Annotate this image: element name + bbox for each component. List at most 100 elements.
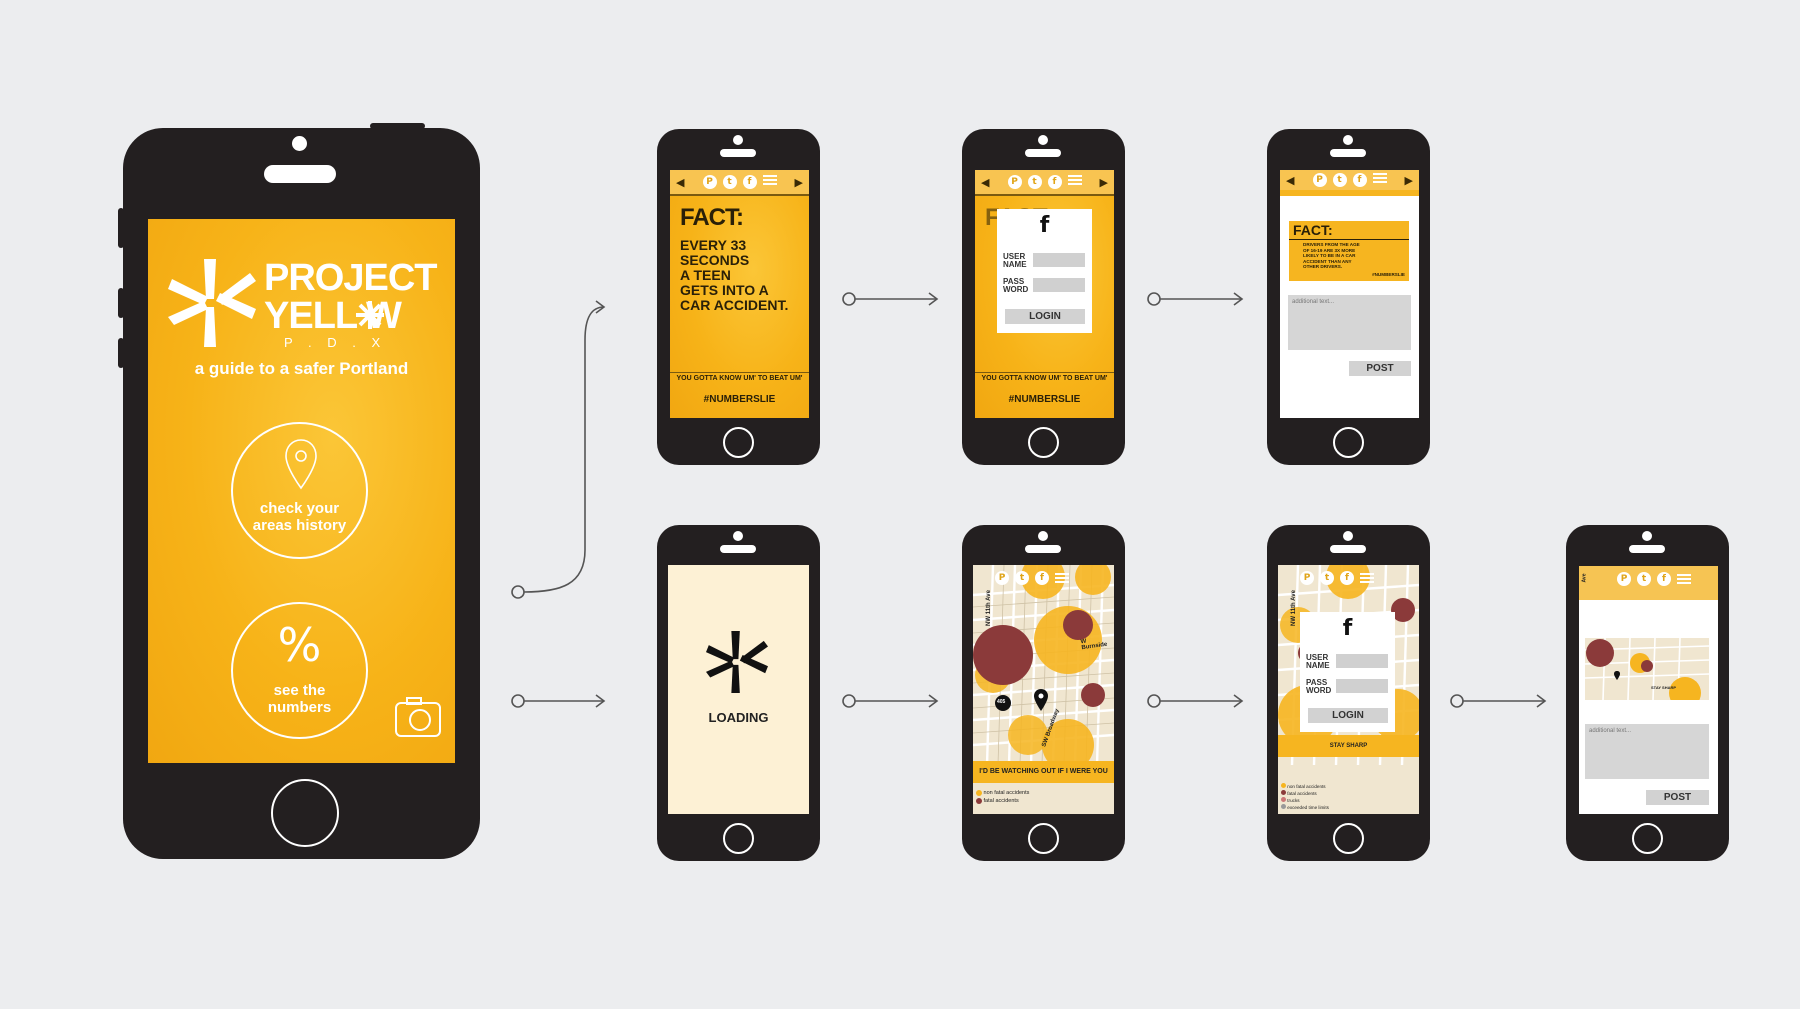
home-button[interactable] xyxy=(723,823,754,854)
social-icons: P t f xyxy=(995,571,1069,585)
location-pin-icon xyxy=(285,439,317,490)
home-button[interactable] xyxy=(1028,823,1059,854)
loading-screen: LOADING xyxy=(668,565,809,814)
facebook-icon[interactable]: f xyxy=(1352,173,1367,187)
app-subtitle: P . D . X xyxy=(284,335,387,350)
username-input[interactable] xyxy=(1336,654,1388,668)
legend-item: exceeded time limits xyxy=(1281,804,1329,811)
post-button[interactable]: POST xyxy=(1349,361,1411,376)
twitter-icon[interactable]: t xyxy=(1320,571,1334,585)
next-arrow-icon[interactable]: ▶ xyxy=(1100,176,1108,189)
social-toolbar: ◀ P t f ▶ xyxy=(1280,170,1419,196)
earpiece xyxy=(1330,149,1366,157)
map-pin-icon xyxy=(1034,689,1048,711)
front-camera xyxy=(1038,531,1048,541)
pinterest-icon[interactable]: P xyxy=(1312,173,1327,187)
legend-label: trucks xyxy=(1287,798,1300,803)
pinterest-icon[interactable]: P xyxy=(702,175,717,189)
home-button[interactable] xyxy=(1632,823,1663,854)
camera-icon[interactable] xyxy=(395,697,441,737)
stay-sharp-banner: STAY SHARP xyxy=(1278,735,1419,757)
password-input[interactable] xyxy=(1033,278,1085,292)
menu-icon[interactable] xyxy=(1067,175,1082,185)
facebook-icon[interactable]: f xyxy=(1035,571,1049,585)
home-button[interactable] xyxy=(1028,427,1059,458)
earpiece xyxy=(720,149,756,157)
login-button[interactable]: LOGIN xyxy=(1308,708,1388,723)
shared-map-card: STAY SHARP xyxy=(1585,638,1709,700)
phone-loading: LOADING xyxy=(657,525,820,861)
phone-post-fact: ◀ P t f ▶ FACT: DRIVERS FROM THE AGE OF … xyxy=(1267,129,1430,465)
password-input[interactable] xyxy=(1336,679,1388,693)
pinterest-icon[interactable]: P xyxy=(995,571,1009,585)
legend-label: exceeded time limits xyxy=(1287,805,1329,810)
fact-line: GETS INTO A xyxy=(680,282,769,298)
map-header-strip: Ave P t f xyxy=(1579,566,1718,600)
post-button[interactable]: POST xyxy=(1646,790,1709,805)
twitter-icon[interactable]: t xyxy=(1637,572,1651,586)
additional-text-input[interactable]: additional text... xyxy=(1585,724,1709,779)
facebook-icon[interactable]: f xyxy=(1047,175,1062,189)
earpiece xyxy=(1330,545,1366,553)
footer-motto: YOU GOTTA KNOW UM' TO BEAT UM' xyxy=(981,375,1108,382)
home-button[interactable] xyxy=(1333,427,1364,458)
login-button[interactable]: LOGIN xyxy=(1005,309,1085,324)
street-label: NW 11th Ave xyxy=(1290,590,1297,626)
see-numbers-button[interactable]: % see the numbers xyxy=(231,602,368,739)
social-icons: P t f xyxy=(1617,572,1691,586)
home-button[interactable] xyxy=(271,779,339,847)
twitter-icon[interactable]: t xyxy=(1332,173,1347,187)
front-camera xyxy=(292,136,307,151)
map-screen: 405 NW 11th Ave W Burnside SW Broadway P… xyxy=(973,565,1114,814)
fact-line: SECONDS xyxy=(680,252,750,268)
facebook-icon: f xyxy=(1039,213,1050,238)
facebook-icon[interactable]: f xyxy=(1657,572,1671,586)
phone-main: PROJECT YELL W P . D . X a guide to a sa… xyxy=(118,123,480,859)
username-input[interactable] xyxy=(1033,253,1085,267)
map-post-screen: Ave P t f STAY SHARP additional text... … xyxy=(1579,566,1718,814)
label-line: NAME xyxy=(1306,661,1330,670)
menu-icon[interactable] xyxy=(1677,574,1691,584)
pinterest-icon[interactable]: P xyxy=(1007,175,1022,189)
prev-arrow-icon[interactable]: ◀ xyxy=(981,176,989,189)
legend-label: non fatal accidents xyxy=(1287,784,1326,789)
home-button[interactable] xyxy=(723,427,754,458)
shared-fact-card: FACT: DRIVERS FROM THE AGE OF 16-19 ARE … xyxy=(1289,221,1409,281)
facebook-icon[interactable]: f xyxy=(1340,571,1354,585)
check-area-history-button[interactable]: check your areas history xyxy=(231,422,368,559)
home-button[interactable] xyxy=(1333,823,1364,854)
star-o-icon xyxy=(356,301,384,329)
phone-fact: ◀ P t f ▶ FACT: EVERY 33 SECONDS A TEEN … xyxy=(657,129,820,465)
facebook-icon: f xyxy=(1342,616,1353,641)
facebook-icon[interactable]: f xyxy=(742,175,757,189)
facebook-login-dialog: f USER NAME PASS WORD LOGIN xyxy=(997,209,1092,333)
menu-icon[interactable] xyxy=(762,175,777,185)
twitter-icon[interactable]: t xyxy=(1027,175,1042,189)
fact-line: EVERY 33 xyxy=(680,237,747,253)
additional-text-input[interactable]: additional text... xyxy=(1288,295,1411,350)
prev-arrow-icon[interactable]: ◀ xyxy=(676,176,684,189)
menu-icon[interactable] xyxy=(1055,573,1069,583)
front-camera xyxy=(1343,135,1353,145)
next-arrow-icon[interactable]: ▶ xyxy=(795,176,803,189)
fact-heading: FACT: xyxy=(1293,222,1333,238)
legend-item: fatal accidents xyxy=(976,797,1029,805)
username-label: USER NAME xyxy=(1306,654,1330,670)
phone-map-post: Ave P t f STAY SHARP additional text... … xyxy=(1566,525,1729,861)
phone-fact-login: ◀ P t f ▶ FACT: YOU GOTTA KNOW UM' TO BE… xyxy=(962,129,1125,465)
pinterest-icon[interactable]: P xyxy=(1300,571,1314,585)
twitter-icon[interactable]: t xyxy=(722,175,737,189)
prev-arrow-icon[interactable]: ◀ xyxy=(1286,174,1294,187)
earpiece xyxy=(1629,545,1665,553)
menu-icon[interactable] xyxy=(1372,173,1387,183)
label-line: WORD xyxy=(1306,686,1332,695)
next-arrow-icon[interactable]: ▶ xyxy=(1405,174,1413,187)
pinterest-icon[interactable]: P xyxy=(1617,572,1631,586)
mini-map xyxy=(1585,638,1709,700)
menu-icon[interactable] xyxy=(1360,573,1374,583)
twitter-icon[interactable]: t xyxy=(1015,571,1029,585)
app-title-line1: PROJECT xyxy=(264,257,437,299)
main-screen: PROJECT YELL W P . D . X a guide to a sa… xyxy=(148,219,455,763)
fact-line: A TEEN xyxy=(680,267,731,283)
warning-banner: I'D BE WATCHING OUT IF I WERE YOU xyxy=(973,761,1114,783)
